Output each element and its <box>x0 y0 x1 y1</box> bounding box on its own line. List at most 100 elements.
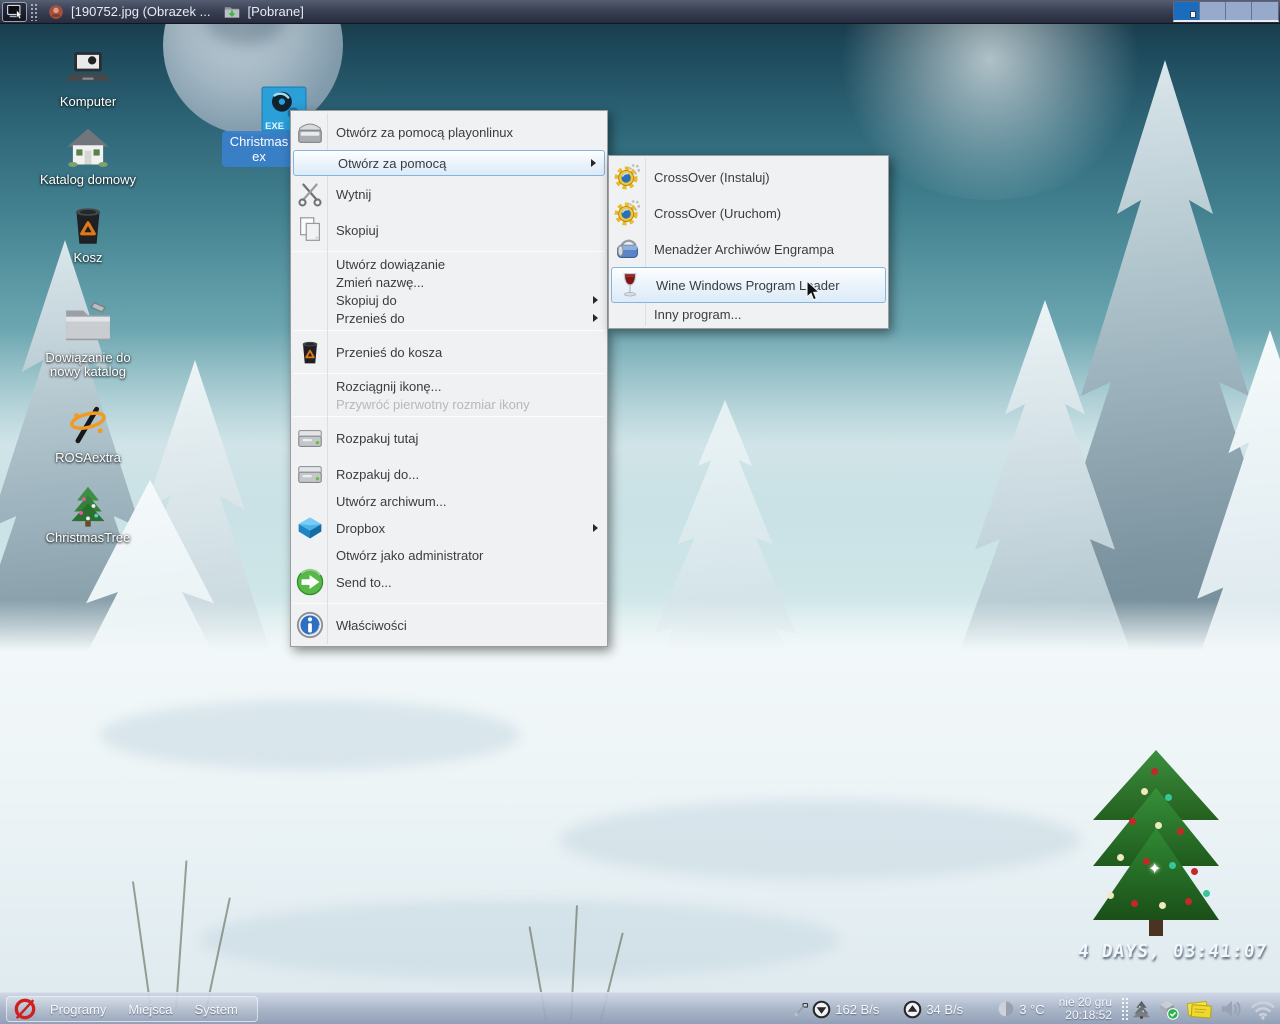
menu-item-move-to[interactable]: Przenieś do <box>292 309 606 327</box>
wifi-icon[interactable] <box>1250 999 1276 1020</box>
menu-item-move-to-trash[interactable]: Przenieś do kosza <box>292 334 606 370</box>
desktop-icon-dowiazanie[interactable]: Dowiązanie do nowy katalog <box>13 298 163 379</box>
home-icon <box>13 126 163 170</box>
menu-item-open-with-playonlinux[interactable]: Otwórz za pomocą playonlinux <box>292 114 606 150</box>
moon-weather-icon <box>997 1000 1015 1018</box>
submenu-item-crossover-install[interactable]: CrossOver (Instaluj) <box>610 159 887 195</box>
start-menu-group: Programy Miejsca System <box>6 996 258 1022</box>
menu-item-dropbox[interactable]: Dropbox <box>292 510 606 546</box>
send-to-icon <box>294 567 326 597</box>
extract-icon <box>294 459 326 489</box>
menu-item-stretch-icon[interactable]: Rozciągnij ikonę... <box>292 377 606 395</box>
menu-item-open-as-admin[interactable]: Otwórz jako administrator <box>292 546 606 564</box>
computer-icon <box>13 48 163 92</box>
menu-system[interactable]: System <box>185 1002 246 1017</box>
taskbar-item-pobrane[interactable]: [Pobrane] <box>220 0 313 23</box>
time-text: 20:18:52 <box>1065 1008 1112 1022</box>
desktop-icon-rosaextra[interactable]: ROSAextra <box>13 402 163 465</box>
rosa-logo-icon[interactable] <box>13 997 37 1021</box>
key-tool-icon[interactable] <box>794 1002 809 1017</box>
workspace-2[interactable] <box>1200 2 1226 20</box>
desktop-root: ✦ 4 DAYS, 03:41:07 Komputer Katalog domo… <box>0 0 1280 1024</box>
workspace-1[interactable] <box>1174 2 1200 20</box>
menu-item-create-archive[interactable]: Utwórz archiwum... <box>292 492 606 510</box>
image-viewer-icon <box>48 4 64 20</box>
submenu-arrow-icon <box>593 314 598 322</box>
menu-item-copy-to[interactable]: Skopiuj do <box>292 291 606 309</box>
net-upload-stat: 34 B/s <box>903 1000 963 1019</box>
wallpaper-decor <box>560 800 1080 880</box>
desktop-icon-kosz[interactable]: Kosz <box>13 202 163 265</box>
xsnow-icon[interactable] <box>1132 1000 1151 1019</box>
submenu-item-wine-loader[interactable]: Wine Windows Program Loader <box>611 267 886 303</box>
menu-item-rename[interactable]: Zmień nazwę... <box>292 273 606 291</box>
menu-programy[interactable]: Programy <box>41 1002 115 1017</box>
menu-separator <box>293 373 605 374</box>
archive-manager-icon <box>612 234 644 264</box>
workspace-3[interactable] <box>1226 2 1252 20</box>
copy-icon <box>294 215 326 245</box>
submenu-item-other-program[interactable]: Inny program... <box>610 303 887 325</box>
upload-arrow-icon <box>903 1000 922 1019</box>
show-desktop-button[interactable] <box>2 1 27 22</box>
menu-item-cut[interactable]: Wytnij <box>292 176 606 212</box>
christmas-tree-decor: ✦ <box>1093 750 1219 938</box>
desktop-icon-katalog-domowy[interactable]: Katalog domowy <box>13 126 163 187</box>
menu-item-properties[interactable]: Właściwości <box>292 607 606 643</box>
submenu-item-crossover-run[interactable]: CrossOver (Uruchom) <box>610 195 887 231</box>
christmas-countdown: 4 DAYS, 03:41:07 <box>1076 941 1269 962</box>
system-tray <box>1132 998 1276 1020</box>
dropbox-status-icon[interactable] <box>1158 999 1179 1020</box>
magic-wand-icon <box>13 402 163 448</box>
desktop-icon-christmastree[interactable]: ChristmasTree <box>13 484 163 545</box>
open-with-icon <box>294 117 326 147</box>
menu-item-create-link[interactable]: Utwórz dowiązanie <box>292 255 606 273</box>
menu-item-send-to[interactable]: Send to... <box>292 564 606 600</box>
show-desktop-icon <box>5 3 25 21</box>
trash-icon <box>294 338 326 366</box>
selected-file-label: Christmas ex <box>222 131 296 167</box>
menu-item-extract-here[interactable]: Rozpakuj tutaj <box>292 420 606 456</box>
info-icon <box>294 610 326 640</box>
menu-miejsca[interactable]: Miejsca <box>119 1002 181 1017</box>
submenu-arrow-icon <box>593 296 598 304</box>
panel-right-group: 162 B/s 34 B/s 3 °C nie 20 gru 20:18:52 <box>794 993 1276 1024</box>
wallpaper-decor <box>200 900 840 980</box>
dropbox-icon <box>294 514 326 542</box>
folder-link-icon <box>13 298 163 348</box>
workspace-pager <box>1173 1 1279 22</box>
extract-icon <box>294 423 326 453</box>
tray-separator[interactable] <box>1121 997 1129 1021</box>
panel-drag-handle[interactable] <box>30 2 38 21</box>
crossover-icon <box>612 162 644 192</box>
weather-widget[interactable]: 3 °C <box>997 1000 1045 1018</box>
notes-icon[interactable] <box>1186 998 1212 1020</box>
menu-separator <box>293 603 605 604</box>
window-marker <box>1190 11 1196 18</box>
cut-icon <box>294 179 326 209</box>
bottom-panel: Programy Miejsca System 162 B/s 34 B/s 3… <box>0 992 1280 1024</box>
menu-separator <box>293 251 605 252</box>
menu-item-copy[interactable]: Skopiuj <box>292 212 606 248</box>
top-panel: [190752.jpg (Obrazek ... [Pobrane] <box>0 0 1280 24</box>
menu-item-extract-to[interactable]: Rozpakuj do... <box>292 456 606 492</box>
volume-icon[interactable] <box>1219 998 1243 1020</box>
submenu-arrow-icon <box>591 159 596 167</box>
workspace-4[interactable] <box>1252 2 1278 20</box>
wine-icon <box>614 271 646 299</box>
submenu-arrow-icon <box>593 524 598 532</box>
desktop-icon-komputer[interactable]: Komputer <box>13 48 163 109</box>
folder-downloads-icon <box>224 4 240 20</box>
menu-item-restore-icon-size: Przywróć pierwotny rozmiar ikony <box>336 396 530 412</box>
clock[interactable]: nie 20 gru 20:18:52 <box>1059 996 1112 1022</box>
net-download-stat: 162 B/s <box>812 1000 879 1019</box>
crossover-icon <box>612 198 644 228</box>
mouse-cursor <box>806 280 820 302</box>
menu-separator <box>293 416 605 417</box>
taskbar-item-image[interactable]: [190752.jpg (Obrazek ... <box>44 0 220 23</box>
download-arrow-icon <box>812 1000 831 1019</box>
submenu-item-engrampa[interactable]: Menadżer Archiwów Engrampa <box>610 231 887 267</box>
menu-separator <box>293 330 605 331</box>
menu-item-open-with[interactable]: Otwórz za pomocą <box>293 150 605 176</box>
wallpaper-decor <box>100 700 520 770</box>
